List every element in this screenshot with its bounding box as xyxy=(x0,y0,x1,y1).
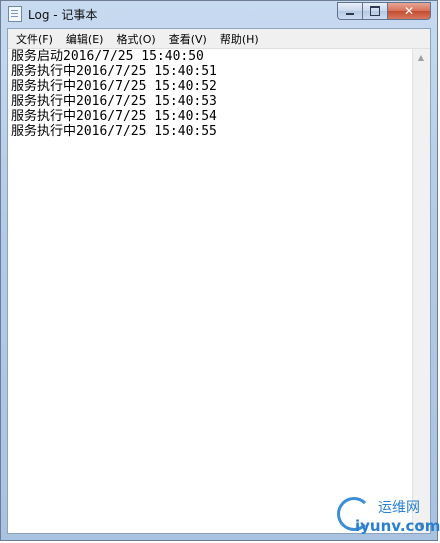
close-icon: ✕ xyxy=(403,4,415,18)
notepad-icon[interactable] xyxy=(8,6,22,22)
menu-file[interactable]: 文件(F) xyxy=(11,31,58,47)
maximize-button[interactable] xyxy=(363,2,388,20)
menu-view[interactable]: 查看(V) xyxy=(164,31,212,47)
text-line: 服务执行中2016/7/25 15:40:53 xyxy=(11,94,217,109)
text-editor[interactable]: 服务启动2016/7/25 15:40:50 服务执行中2016/7/25 15… xyxy=(8,49,413,533)
menu-format[interactable]: 格式(O) xyxy=(111,31,160,47)
caption-buttons: ✕ xyxy=(337,2,431,21)
minimize-icon xyxy=(346,13,354,15)
close-button[interactable]: ✕ xyxy=(388,2,431,20)
text-line: 服务执行中2016/7/25 15:40:52 xyxy=(11,79,217,94)
watermark-logo: 运维网 iyunv.com xyxy=(335,495,440,543)
text-line: 服务启动2016/7/25 15:40:50 xyxy=(11,49,204,64)
title-bar[interactable]: Log - 记事本 ✕ xyxy=(1,1,437,27)
text-line: 服务执行中2016/7/25 15:40:51 xyxy=(11,64,217,79)
vertical-scrollbar[interactable]: ▲ ▼ xyxy=(412,49,430,533)
watermark-text-bottom: iyunv.com xyxy=(355,517,440,535)
text-line: 服务执行中2016/7/25 15:40:54 xyxy=(11,109,217,124)
menu-help[interactable]: 帮助(H) xyxy=(215,31,264,47)
notepad-window: Log - 记事本 ✕ 文件(F) 编辑(E) 格式(O) 查看(V) 帮助(H… xyxy=(0,0,438,541)
minimize-button[interactable] xyxy=(337,2,363,20)
menu-bar: 文件(F) 编辑(E) 格式(O) 查看(V) 帮助(H) xyxy=(8,29,430,49)
client-area: 文件(F) 编辑(E) 格式(O) 查看(V) 帮助(H) 服务启动2016/7… xyxy=(7,28,431,534)
text-line: 服务执行中2016/7/25 15:40:55 xyxy=(11,124,217,139)
menu-edit[interactable]: 编辑(E) xyxy=(61,31,109,47)
window-title: Log - 记事本 xyxy=(28,8,98,22)
watermark-text-top: 运维网 xyxy=(378,500,420,516)
scroll-up-icon[interactable]: ▲ xyxy=(413,49,429,65)
maximize-icon xyxy=(370,6,380,16)
